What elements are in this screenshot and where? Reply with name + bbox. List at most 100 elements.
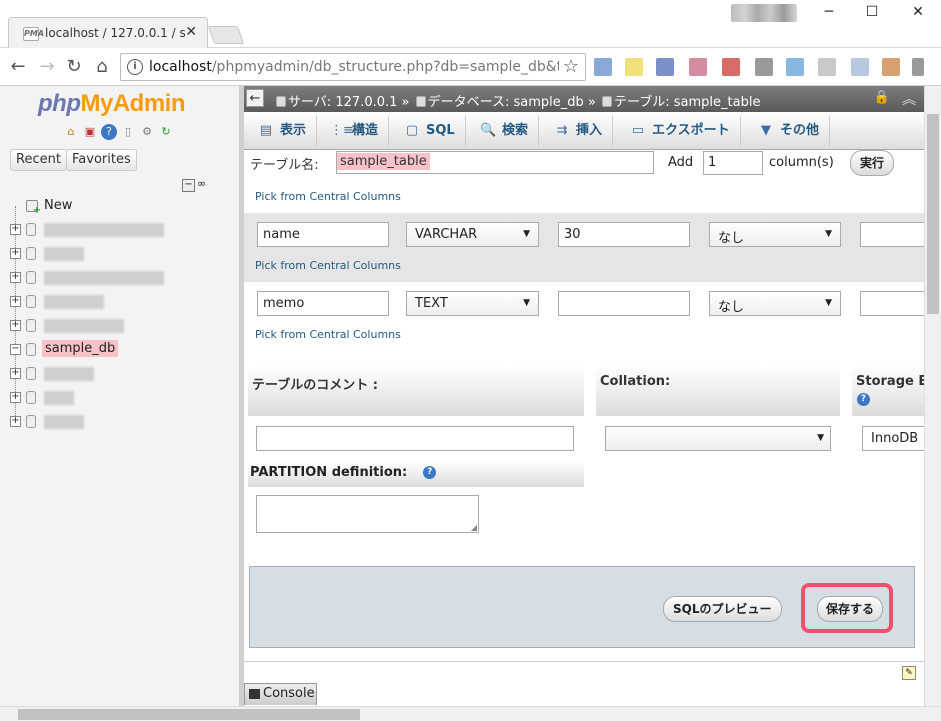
scroll-thumb[interactable] <box>927 114 939 314</box>
profile-avatar[interactable] <box>731 4 797 22</box>
lock-icon[interactable]: 🔒 <box>874 90 890 105</box>
sql-preview-button[interactable]: SQLのプレビュー <box>663 596 782 622</box>
extension-icon[interactable] <box>818 58 836 76</box>
bookmark-star-icon[interactable]: ☆ <box>563 56 579 77</box>
breadcrumb-database[interactable]: データベース: sample_db <box>428 95 584 110</box>
column-collation-select[interactable] <box>860 222 924 247</box>
close-window-button[interactable]: ✕ <box>908 4 928 24</box>
expand-icon[interactable]: + <box>10 272 21 283</box>
extension-icon[interactable] <box>689 58 707 76</box>
pick-central-columns-link[interactable]: Pick from Central Columns <box>255 190 401 203</box>
help-icon[interactable]: ? <box>423 466 437 479</box>
tree-item-db[interactable]: + ████ <box>8 412 238 432</box>
minimize-button[interactable]: ─ <box>819 4 839 24</box>
extension-icon[interactable] <box>594 58 612 76</box>
go-button[interactable]: 実行 <box>850 150 894 176</box>
tab-more[interactable]: ▼ その他 <box>748 116 831 146</box>
column-default-select[interactable]: なし <box>709 222 841 247</box>
partition-textarea[interactable] <box>256 495 479 533</box>
tab-search[interactable]: 🔍 検索 <box>470 116 540 146</box>
breadcrumb-server[interactable]: サーバ: 127.0.0.1 <box>288 95 397 110</box>
save-button[interactable]: 保存する <box>817 596 884 622</box>
column-default-select[interactable]: なし <box>709 291 841 316</box>
home-icon[interactable]: ⌂ <box>91 56 113 77</box>
new-tab-button[interactable] <box>207 26 245 44</box>
extension-icon[interactable] <box>755 58 773 76</box>
tree-item-db[interactable]: + ██████ <box>8 292 238 312</box>
tree-item-new[interactable]: New <box>8 196 238 216</box>
column-type-select[interactable]: TEXT <box>406 291 539 316</box>
expand-icon[interactable]: + <box>10 368 21 379</box>
favorites-tab[interactable]: Favorites <box>66 149 137 171</box>
refresh-icon[interactable]: ↻ <box>158 124 174 140</box>
help-icon[interactable]: ? <box>857 393 870 406</box>
tree-item-db[interactable]: + ███ <box>8 388 238 408</box>
help-icon[interactable]: ? <box>101 124 117 140</box>
table-name-input[interactable]: sample_table <box>336 151 654 174</box>
extension-icon[interactable] <box>722 58 740 76</box>
back-arrow-icon[interactable]: ← <box>7 56 29 77</box>
browser-tab[interactable]: PMA localhost / 127.0.0.1 / sample_db ✕ <box>8 17 208 48</box>
column-length-input[interactable] <box>558 291 690 316</box>
collapse-icon[interactable]: ︽ <box>902 89 916 109</box>
vertical-scrollbar[interactable] <box>924 86 941 706</box>
breadcrumb-table[interactable]: テーブル: sample_table <box>614 95 760 110</box>
tree-item-sample-db[interactable]: − sample_db <box>8 340 238 360</box>
tree-item-db[interactable]: + ████████ <box>8 316 238 336</box>
column-collation-select[interactable] <box>860 291 924 316</box>
pick-central-columns-link[interactable]: Pick from Central Columns <box>255 259 401 272</box>
extension-icon[interactable] <box>625 58 643 76</box>
link-icon[interactable]: ∞ <box>197 177 206 190</box>
expand-icon[interactable]: + <box>10 392 21 403</box>
tab-export[interactable]: ▭ エクスポート <box>620 116 741 146</box>
storage-engine-select[interactable]: InnoDB <box>862 426 924 451</box>
forward-arrow-icon[interactable]: → <box>36 56 58 77</box>
expand-icon[interactable]: + <box>10 248 21 259</box>
phpmyadmin-logo[interactable]: phpMyAdmin <box>38 90 185 118</box>
collapse-all-icon[interactable]: − <box>182 179 195 192</box>
collation-select[interactable] <box>605 426 831 451</box>
extension-icon[interactable] <box>882 58 900 76</box>
expand-icon[interactable]: + <box>10 296 21 307</box>
recent-tab[interactable]: Recent <box>10 149 67 171</box>
scroll-thumb[interactable] <box>18 709 360 720</box>
docs-icon[interactable]: ▯ <box>120 124 136 140</box>
tab-browse[interactable]: ▤ 表示 <box>248 116 318 146</box>
tree-item-db[interactable]: + █████ <box>8 364 238 384</box>
collapse-icon[interactable]: − <box>10 344 21 355</box>
column-name-input[interactable]: memo <box>257 291 389 316</box>
menu-icon[interactable] <box>912 58 924 76</box>
add-columns-input[interactable]: 1 <box>703 151 763 175</box>
logout-icon[interactable]: ▣ <box>82 124 98 140</box>
tab-sql[interactable]: ▢ SQL <box>394 116 466 146</box>
tree-item-db[interactable]: + ████████████ <box>8 268 238 288</box>
column-type-select[interactable]: VARCHAR <box>406 222 539 247</box>
expand-icon[interactable]: + <box>10 416 21 427</box>
table-comment-input[interactable] <box>256 426 574 451</box>
console-toggle[interactable]: Console <box>244 683 317 705</box>
tree-item-db[interactable]: + ████████████ <box>8 220 238 240</box>
info-icon[interactable]: i <box>127 59 143 75</box>
settings-gear-icon[interactable]: ⚙ <box>139 124 155 140</box>
maximize-button[interactable]: ☐ <box>862 4 882 24</box>
tab-insert[interactable]: ⇉ 挿入 <box>544 116 614 146</box>
tree-controls: − ∞ <box>182 176 206 192</box>
horizontal-scrollbar[interactable] <box>0 706 941 721</box>
address-bar[interactable]: i localhost/phpmyadmin/db_structure.php?… <box>120 53 586 81</box>
close-tab-icon[interactable]: ✕ <box>185 24 197 40</box>
extension-icon[interactable] <box>786 58 804 76</box>
column-length-input[interactable]: 30 <box>558 222 690 247</box>
note-icon[interactable]: ✎ <box>902 666 916 680</box>
expand-icon[interactable]: + <box>10 320 21 331</box>
table-name-label: テーブル名: <box>250 158 319 173</box>
home-icon[interactable]: ⌂ <box>63 124 79 140</box>
tree-item-db[interactable]: + ████ <box>8 244 238 264</box>
extension-icon[interactable] <box>851 58 869 76</box>
pick-central-columns-link[interactable]: Pick from Central Columns <box>255 328 401 341</box>
reload-icon[interactable]: ↻ <box>63 56 85 77</box>
back-arrow-icon[interactable]: ← <box>246 89 264 107</box>
expand-icon[interactable]: + <box>10 224 21 235</box>
extension-icon[interactable] <box>656 58 674 76</box>
tab-structure[interactable]: ⋮≡構造 <box>320 116 390 146</box>
column-name-input[interactable]: name <box>257 222 389 247</box>
